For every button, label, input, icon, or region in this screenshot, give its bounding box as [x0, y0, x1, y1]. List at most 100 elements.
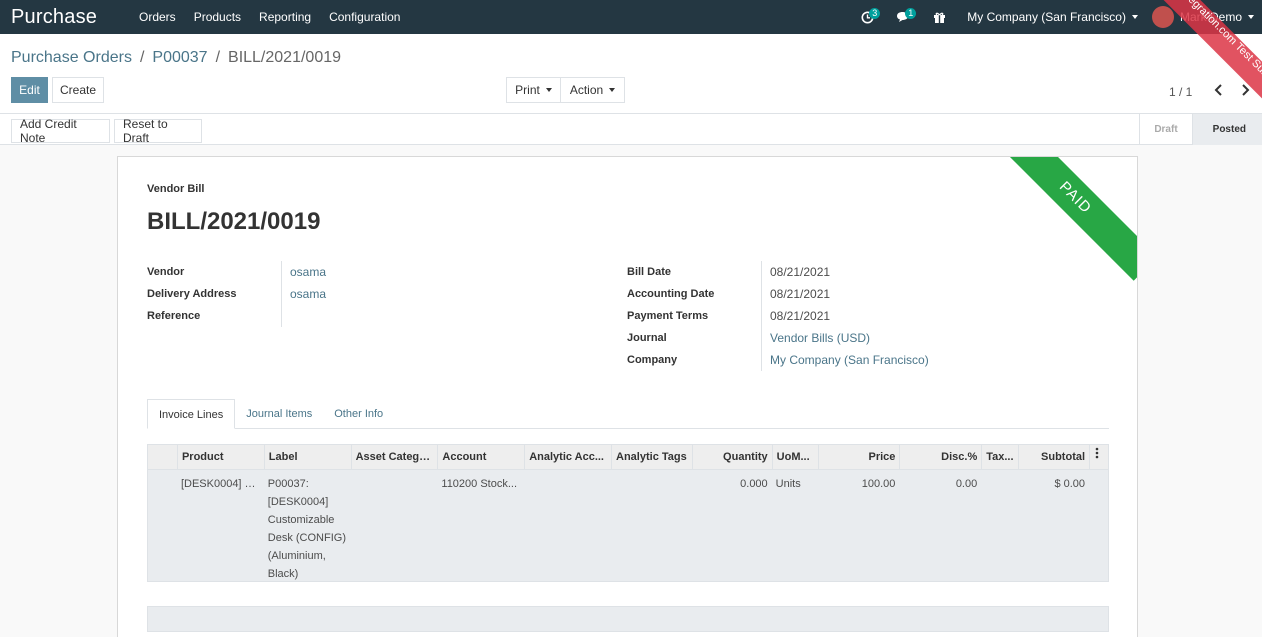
field-vendor: Vendor osama	[147, 261, 547, 283]
menu-orders[interactable]: Orders	[130, 0, 185, 34]
right-field-group: Bill Date 08/21/2021 Accounting Date 08/…	[627, 261, 1107, 371]
reference-value	[281, 305, 547, 327]
table-footer	[147, 606, 1109, 632]
chevron-right-icon[interactable]	[1238, 82, 1252, 98]
breadcrumb-separator: /	[215, 49, 221, 66]
field-label: Vendor	[147, 266, 185, 278]
menu-reporting[interactable]: Reporting	[250, 0, 320, 34]
cell-discount[interactable]: 0.00	[899, 470, 981, 581]
company-switcher[interactable]: My Company (San Francisco)	[957, 10, 1148, 24]
reset-to-draft-button[interactable]: Reset to Draft	[114, 117, 202, 145]
cell-label[interactable]: P00037: [DESK0004] Customizable Desk (CO…	[264, 470, 351, 581]
company-name: My Company (San Francisco)	[967, 10, 1126, 24]
field-label: Company	[627, 354, 678, 366]
menu-configuration[interactable]: Configuration	[320, 0, 409, 34]
field-bill-date: Bill Date 08/21/2021	[627, 261, 1107, 283]
column-header-price[interactable]: Price	[817, 445, 900, 469]
invoice-lines-table: Product Label Asset Catego... Account An…	[147, 444, 1109, 582]
state-stages: Draft Posted	[1139, 114, 1262, 145]
cell-quantity[interactable]: 0.000	[692, 470, 772, 581]
tab-invoice-lines[interactable]: Invoice Lines	[147, 399, 236, 429]
tab-other-info[interactable]: Other Info	[323, 399, 394, 429]
cell-product[interactable]: [DESK0004] C...	[177, 470, 264, 581]
cell-analytic-account[interactable]	[524, 470, 611, 581]
header-handle	[148, 445, 177, 469]
action-label: Action	[569, 83, 604, 97]
chevron-down-icon	[609, 88, 616, 92]
field-reference: Reference	[147, 305, 547, 327]
create-button[interactable]: Create	[52, 77, 104, 103]
journal-link[interactable]: Vendor Bills (USD)	[761, 327, 1107, 349]
avatar	[1151, 6, 1174, 28]
column-header-analytic-tags[interactable]: Analytic Tags	[611, 445, 692, 469]
action-dropdown[interactable]: Action	[560, 77, 625, 103]
gift-menu[interactable]	[921, 0, 957, 34]
field-label: Payment Terms	[627, 310, 709, 322]
ellipsis-vertical-icon	[1095, 447, 1099, 459]
breadcrumb-current: BILL/2021/0019	[228, 49, 342, 66]
column-header-quantity[interactable]: Quantity	[691, 445, 772, 469]
stage-draft[interactable]: Draft	[1139, 114, 1191, 145]
chevron-down-icon	[1248, 15, 1254, 19]
edit-button[interactable]: Edit	[11, 77, 48, 103]
cell-taxes[interactable]	[981, 470, 1018, 581]
column-header-taxes[interactable]: Tax...	[981, 445, 1018, 469]
control-panel: Purchase Orders / P00037 / BILL/2021/001…	[0, 34, 1262, 114]
activity-count-badge: 3	[869, 8, 881, 19]
tab-journal-items[interactable]: Journal Items	[235, 399, 323, 429]
chevron-down-icon	[1131, 15, 1138, 19]
chevron-down-icon	[545, 88, 552, 92]
messaging-menu[interactable]: 1	[885, 0, 921, 34]
column-header-asset-category[interactable]: Asset Catego...	[350, 445, 438, 469]
gift-icon	[933, 12, 945, 23]
field-company: Company My Company (San Francisco)	[627, 349, 1107, 371]
field-delivery-address: Delivery Address osama	[147, 283, 547, 305]
status-bar: Add Credit Note Reset to Draft Draft Pos…	[0, 114, 1262, 145]
cell-asset-category[interactable]	[351, 470, 438, 581]
cell-price[interactable]: 100.00	[818, 470, 900, 581]
field-label: Delivery Address	[147, 288, 237, 300]
cell-analytic-tags[interactable]	[611, 470, 692, 581]
breadcrumb-po[interactable]: P00037	[152, 49, 207, 67]
notebook-tabs: Invoice Lines Journal Items Other Info	[147, 399, 1109, 429]
delivery-address-link[interactable]: osama	[281, 283, 547, 305]
accounting-date-value: 08/21/2021	[761, 283, 1107, 305]
print-dropdown[interactable]: Print	[506, 77, 561, 103]
cell-uom[interactable]: Units	[772, 470, 818, 581]
user-menu[interactable]: Mark Demo	[1148, 6, 1262, 28]
top-navbar: Purchase Orders Products Reporting Confi…	[0, 0, 1262, 108]
message-count-badge: 1	[905, 8, 917, 19]
vendor-link[interactable]: osama	[281, 261, 547, 283]
column-header-analytic-account[interactable]: Analytic Acc...	[524, 445, 611, 469]
add-credit-note-button[interactable]: Add Credit Note	[11, 117, 110, 145]
column-header-label[interactable]: Label	[263, 445, 351, 469]
column-header-subtotal[interactable]: Subtotal	[1018, 445, 1089, 469]
pager-value[interactable]: 1 / 1	[1169, 85, 1192, 99]
field-label: Reference	[147, 310, 201, 322]
company-link[interactable]: My Company (San Francisco)	[761, 349, 1107, 371]
row-spacer	[1089, 470, 1108, 581]
cell-account[interactable]: 110200 Stock...	[437, 470, 524, 581]
systray: 3 1 My Company (San Francisco) Mark Demo	[849, 0, 1262, 34]
field-journal: Journal Vendor Bills (USD)	[627, 327, 1107, 349]
payment-terms-value: 08/21/2021	[761, 305, 1107, 327]
table-header: Product Label Asset Catego... Account An…	[147, 444, 1109, 470]
left-field-group: Vendor osama Delivery Address osama Refe…	[147, 261, 547, 327]
menu-products[interactable]: Products	[185, 0, 250, 34]
column-header-product[interactable]: Product	[176, 445, 264, 469]
stage-posted[interactable]: Posted	[1191, 114, 1262, 145]
chevron-left-icon[interactable]	[1212, 82, 1226, 98]
row-handle	[148, 470, 177, 581]
field-payment-terms: Payment Terms 08/21/2021	[627, 305, 1107, 327]
app-title[interactable]: Purchase	[0, 6, 130, 29]
column-header-account[interactable]: Account	[437, 445, 524, 469]
column-options-button[interactable]	[1089, 445, 1108, 469]
breadcrumb-purchase-orders[interactable]: Purchase Orders	[11, 49, 132, 67]
bill-date-value: 08/21/2021	[761, 261, 1107, 283]
table-row[interactable]: [DESK0004] C... P00037: [DESK0004] Custo…	[147, 470, 1109, 582]
field-accounting-date: Accounting Date 08/21/2021	[627, 283, 1107, 305]
activity-menu[interactable]: 3	[849, 0, 885, 34]
column-header-uom[interactable]: UoM...	[771, 445, 818, 469]
field-label: Journal	[627, 332, 667, 344]
column-header-discount[interactable]: Disc.%	[899, 445, 981, 469]
